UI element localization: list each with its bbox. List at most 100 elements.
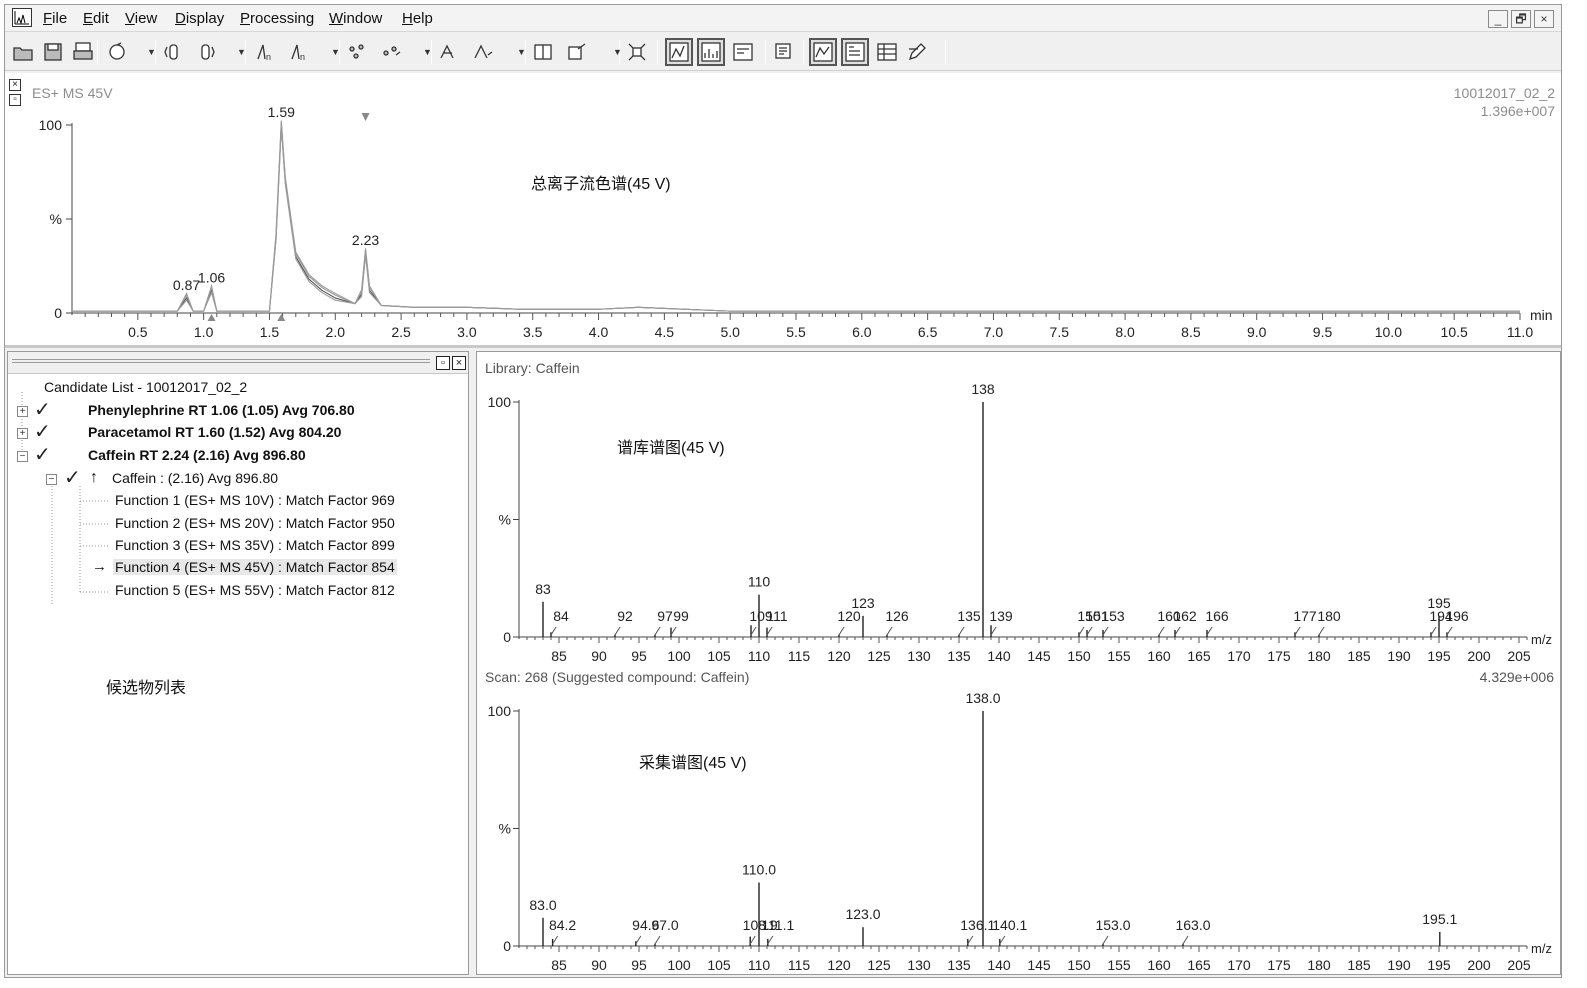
dropdown-arrow-icon[interactable]: ▼ [613, 47, 623, 57]
candidate-item-paracetamol[interactable]: Paracetamol RT 1.60 (1.52) Avg 804.20 [88, 424, 341, 440]
peak-label: 0.87 [173, 277, 200, 293]
open-folder-icon[interactable] [9, 38, 37, 66]
function-row[interactable]: Function 3 (ES+ MS 35V) : Match Factor 8… [115, 537, 395, 553]
x-tick-label: 150 [1067, 957, 1091, 973]
function-row[interactable]: Function 1 (ES+ MS 10V) : Match Factor 9… [115, 492, 395, 508]
x-tick-label: 2.0 [326, 324, 346, 340]
candidate-item-phenylephrine[interactable]: Phenylephrine RT 1.06 (1.05) Avg 706.80 [88, 402, 355, 418]
edit-icon[interactable] [903, 38, 931, 66]
dropdown-arrow-icon[interactable]: ▼ [331, 47, 341, 57]
toolbar: n n ▼ ▼ ▼ ▼ ▼ ▼ [5, 33, 1561, 71]
peak-label: 138.0 [965, 690, 1000, 706]
peak-label: 110.0 [742, 862, 776, 878]
y-tick-label: 100 [488, 394, 512, 410]
spectrum-panel: Library: Caffein 谱库谱图(45 V) Scan: 268 (S… [476, 351, 1561, 975]
x-tick-label: 85 [551, 957, 567, 973]
x-tick-label: 180 [1307, 648, 1331, 664]
peak-label: 139 [989, 608, 1013, 624]
menu-file[interactable]: File [43, 10, 67, 27]
toolbar-separator [803, 40, 804, 64]
x-tick-label: 95 [631, 957, 647, 973]
label-leader [1318, 626, 1325, 636]
peak-label: 126 [885, 608, 909, 624]
candidate-list-root[interactable]: Candidate List - 10012017_02_2 [44, 379, 247, 395]
peak-right-icon[interactable]: n [285, 38, 313, 66]
peak-left-icon[interactable]: n [251, 38, 279, 66]
dropdown-arrow-icon[interactable]: ▼ [423, 47, 433, 57]
candidate-sub-item[interactable]: Caffein : (2.16) Avg 896.80 [112, 470, 278, 486]
collapse-icon[interactable]: − [17, 451, 28, 462]
table-view-icon[interactable] [873, 38, 901, 66]
zoom-fit-icon[interactable] [623, 38, 651, 66]
refresh-icon[interactable] [103, 38, 131, 66]
x-tick-label: 195 [1427, 648, 1451, 664]
x-tick-label: 145 [1027, 648, 1051, 664]
x-tick-label: 165 [1187, 648, 1211, 664]
label-leader [1102, 626, 1109, 636]
dropdown-arrow-icon[interactable]: ▼ [237, 47, 247, 57]
peak-marker-icon [207, 314, 216, 321]
close-button[interactable]: × [1534, 10, 1554, 28]
spectra-chart[interactable]: 100% 0 85 90 95 100 105 110 115 120 125 130 135 140 14… [477, 352, 1560, 974]
svg-text:n: n [300, 52, 305, 62]
peak-label: 166 [1205, 608, 1229, 624]
function-row[interactable]: Function 5 (ES+ MS 55V) : Match Factor 8… [115, 582, 395, 598]
peak-label: 2.23 [352, 232, 379, 248]
report-icon[interactable] [770, 38, 798, 66]
menu-edit[interactable]: Edit [83, 10, 109, 27]
menu-display[interactable]: Display [175, 10, 224, 27]
menu-help[interactable]: Help [402, 10, 433, 27]
app-icon[interactable] [12, 8, 32, 27]
tic-chart[interactable]: 100% 0 0.5 1.0 1.5 2.0 2.5 3.0 3.5 4.0 4.5 5.0 5.5 6.… [5, 73, 1561, 345]
function-row[interactable]: Function 2 (ES+ MS 20V) : Match Factor 9… [115, 515, 395, 531]
label-leader [990, 626, 997, 636]
header-view-icon[interactable] [841, 38, 869, 66]
trace-view-icon[interactable] [809, 38, 837, 66]
expand-icon[interactable]: + [17, 406, 28, 417]
x-tick-label: 135 [947, 648, 971, 664]
y-tick-label: 0 [503, 629, 511, 645]
expand-icon[interactable]: + [17, 428, 28, 439]
label-leader [1086, 626, 1093, 636]
y-tick-label: % [499, 821, 511, 837]
smooth-icon[interactable] [377, 38, 405, 66]
restore-button[interactable]: 🗗 [1511, 10, 1531, 28]
minimize-button[interactable]: _ [1488, 10, 1508, 28]
label-leader [967, 935, 974, 945]
peak-label: 180 [1317, 608, 1341, 624]
x-tick-label: 125 [867, 648, 891, 664]
export-icon[interactable] [563, 38, 591, 66]
x-tick-label: 110 [748, 648, 771, 664]
y-tick-label: % [50, 211, 62, 227]
peak-label: 111 [766, 608, 787, 624]
x-unit-label: min [1530, 307, 1553, 323]
menu-window[interactable]: Window [329, 10, 382, 27]
menu-processing[interactable]: Processing [240, 10, 314, 27]
peak-label: 110 [748, 574, 771, 590]
menu-view[interactable]: View [125, 10, 157, 27]
combine-icon[interactable] [435, 38, 463, 66]
save-icon[interactable] [39, 38, 67, 66]
candidate-item-caffein[interactable]: Caffein RT 2.24 (2.16) Avg 896.80 [88, 447, 306, 463]
collapse-icon[interactable]: − [46, 474, 57, 485]
peak-label: 136.1 [960, 917, 995, 933]
print-icon[interactable] [69, 38, 97, 66]
label-leader [1174, 626, 1181, 636]
list-view-icon[interactable] [729, 38, 757, 66]
x-tick-label: 130 [907, 648, 931, 664]
peak-marker-icon [277, 314, 286, 321]
dropdown-arrow-icon[interactable]: ▼ [147, 47, 157, 57]
y-tick-label: 0 [54, 305, 62, 321]
range-left-icon[interactable] [159, 38, 187, 66]
chromatogram-view-icon[interactable] [665, 38, 693, 66]
dropdown-arrow-icon[interactable]: ▼ [517, 47, 527, 57]
peak-label: 123 [851, 595, 875, 611]
library-icon[interactable] [529, 38, 557, 66]
label-leader [886, 626, 893, 636]
x-tick-label: 90 [591, 957, 607, 973]
spectrum-view-icon[interactable] [697, 38, 725, 66]
range-right-icon[interactable] [193, 38, 221, 66]
integrate-icon[interactable] [343, 38, 371, 66]
subtract-icon[interactable] [469, 38, 497, 66]
function-row-selected[interactable]: Function 4 (ES+ MS 45V) : Match Factor 8… [113, 559, 397, 575]
